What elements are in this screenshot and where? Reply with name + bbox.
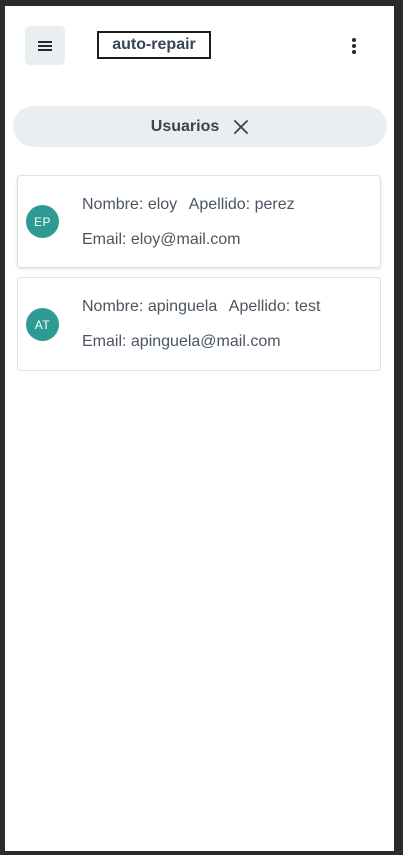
user-name-line: Nombre: apinguela Apellido: test [82, 298, 320, 316]
user-name-line: Nombre: eloy Apellido: perez [82, 196, 295, 214]
user-card[interactable]: AT Nombre: apinguela Apellido: test Emai… [17, 277, 381, 371]
menu-button[interactable] [25, 26, 65, 65]
app-brand[interactable]: auto-repair [97, 31, 211, 59]
nombre-label: Nombre: [82, 298, 144, 315]
user-email-line: Email: apinguela@mail.com [82, 333, 281, 351]
clear-filter-button[interactable] [233, 119, 249, 135]
app-screen: auto-repair Usuarios EP Nombre: eloy Ape… [5, 6, 394, 851]
apellido-value: perez [254, 196, 295, 213]
apellido-label: Apellido: [228, 298, 291, 315]
nombre-value: eloy [147, 196, 178, 213]
user-email-line: Email: eloy@mail.com [82, 231, 241, 249]
close-icon [234, 119, 249, 134]
filter-chip: Usuarios [13, 106, 387, 147]
nombre-label: Nombre: [82, 196, 144, 213]
user-avatar: EP [26, 205, 59, 238]
email-value: apinguela@mail.com [130, 333, 281, 350]
nombre-value: apinguela [147, 298, 218, 315]
user-card[interactable]: EP Nombre: eloy Apellido: perez Email: e… [17, 175, 381, 268]
user-avatar: AT [26, 308, 59, 341]
apellido-label: Apellido: [188, 196, 251, 213]
email-label: Email: [82, 333, 127, 350]
email-value: eloy@mail.com [130, 231, 241, 248]
more-vertical-icon [352, 38, 356, 54]
filter-chip-label: Usuarios [150, 117, 220, 135]
more-options-button[interactable] [341, 32, 367, 60]
email-label: Email: [82, 231, 127, 248]
apellido-value: test [294, 298, 321, 315]
hamburger-menu-icon [38, 40, 52, 51]
